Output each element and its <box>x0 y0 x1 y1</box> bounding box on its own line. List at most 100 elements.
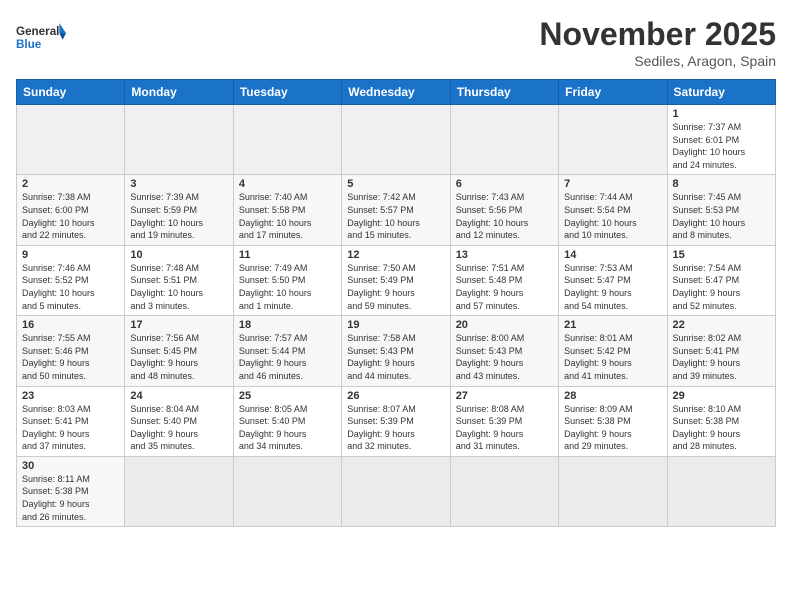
calendar-week-row: 23Sunrise: 8:03 AM Sunset: 5:41 PM Dayli… <box>17 386 776 456</box>
day-number: 12 <box>347 249 444 261</box>
logo-svg: General Blue <box>16 16 66 61</box>
calendar-cell <box>17 105 125 175</box>
calendar-cell: 22Sunrise: 8:02 AM Sunset: 5:41 PM Dayli… <box>667 316 775 386</box>
day-number: 8 <box>673 178 770 190</box>
day-info: Sunrise: 7:57 AM Sunset: 5:44 PM Dayligh… <box>239 332 336 382</box>
calendar-cell <box>342 456 450 526</box>
day-number: 16 <box>22 319 119 331</box>
calendar-cell: 5Sunrise: 7:42 AM Sunset: 5:57 PM Daylig… <box>342 175 450 245</box>
day-info: Sunrise: 7:53 AM Sunset: 5:47 PM Dayligh… <box>564 262 661 312</box>
day-info: Sunrise: 8:08 AM Sunset: 5:39 PM Dayligh… <box>456 403 553 453</box>
calendar-week-row: 2Sunrise: 7:38 AM Sunset: 6:00 PM Daylig… <box>17 175 776 245</box>
day-info: Sunrise: 8:05 AM Sunset: 5:40 PM Dayligh… <box>239 403 336 453</box>
weekday-header-row: SundayMondayTuesdayWednesdayThursdayFrid… <box>17 80 776 105</box>
calendar-cell: 11Sunrise: 7:49 AM Sunset: 5:50 PM Dayli… <box>233 245 341 315</box>
day-number: 30 <box>22 460 119 472</box>
calendar-cell: 1Sunrise: 7:37 AM Sunset: 6:01 PM Daylig… <box>667 105 775 175</box>
title-block: November 2025 Sediles, Aragon, Spain <box>539 16 776 69</box>
day-number: 13 <box>456 249 553 261</box>
calendar-cell <box>450 105 558 175</box>
day-number: 21 <box>564 319 661 331</box>
calendar-cell: 25Sunrise: 8:05 AM Sunset: 5:40 PM Dayli… <box>233 386 341 456</box>
calendar-cell: 2Sunrise: 7:38 AM Sunset: 6:00 PM Daylig… <box>17 175 125 245</box>
day-info: Sunrise: 7:58 AM Sunset: 5:43 PM Dayligh… <box>347 332 444 382</box>
day-info: Sunrise: 7:54 AM Sunset: 5:47 PM Dayligh… <box>673 262 770 312</box>
weekday-header-thursday: Thursday <box>450 80 558 105</box>
day-info: Sunrise: 7:56 AM Sunset: 5:45 PM Dayligh… <box>130 332 227 382</box>
day-info: Sunrise: 8:10 AM Sunset: 5:38 PM Dayligh… <box>673 403 770 453</box>
calendar-cell: 26Sunrise: 8:07 AM Sunset: 5:39 PM Dayli… <box>342 386 450 456</box>
calendar-cell: 28Sunrise: 8:09 AM Sunset: 5:38 PM Dayli… <box>559 386 667 456</box>
calendar-cell: 13Sunrise: 7:51 AM Sunset: 5:48 PM Dayli… <box>450 245 558 315</box>
day-info: Sunrise: 7:46 AM Sunset: 5:52 PM Dayligh… <box>22 262 119 312</box>
logo: General Blue <box>16 16 66 61</box>
day-info: Sunrise: 7:39 AM Sunset: 5:59 PM Dayligh… <box>130 191 227 241</box>
weekday-header-sunday: Sunday <box>17 80 125 105</box>
day-info: Sunrise: 7:51 AM Sunset: 5:48 PM Dayligh… <box>456 262 553 312</box>
day-info: Sunrise: 8:04 AM Sunset: 5:40 PM Dayligh… <box>130 403 227 453</box>
calendar-cell: 24Sunrise: 8:04 AM Sunset: 5:40 PM Dayli… <box>125 386 233 456</box>
calendar-cell: 9Sunrise: 7:46 AM Sunset: 5:52 PM Daylig… <box>17 245 125 315</box>
day-info: Sunrise: 7:49 AM Sunset: 5:50 PM Dayligh… <box>239 262 336 312</box>
calendar-cell <box>233 456 341 526</box>
day-info: Sunrise: 7:38 AM Sunset: 6:00 PM Dayligh… <box>22 191 119 241</box>
day-number: 29 <box>673 390 770 402</box>
calendar-cell: 8Sunrise: 7:45 AM Sunset: 5:53 PM Daylig… <box>667 175 775 245</box>
calendar-cell <box>125 456 233 526</box>
month-title: November 2025 <box>539 16 776 53</box>
day-number: 10 <box>130 249 227 261</box>
day-number: 24 <box>130 390 227 402</box>
day-number: 26 <box>347 390 444 402</box>
calendar-week-row: 9Sunrise: 7:46 AM Sunset: 5:52 PM Daylig… <box>17 245 776 315</box>
calendar-cell <box>342 105 450 175</box>
day-number: 15 <box>673 249 770 261</box>
calendar-cell: 23Sunrise: 8:03 AM Sunset: 5:41 PM Dayli… <box>17 386 125 456</box>
calendar-cell <box>450 456 558 526</box>
calendar-cell: 15Sunrise: 7:54 AM Sunset: 5:47 PM Dayli… <box>667 245 775 315</box>
weekday-header-friday: Friday <box>559 80 667 105</box>
calendar-cell: 3Sunrise: 7:39 AM Sunset: 5:59 PM Daylig… <box>125 175 233 245</box>
day-info: Sunrise: 7:55 AM Sunset: 5:46 PM Dayligh… <box>22 332 119 382</box>
day-number: 27 <box>456 390 553 402</box>
calendar-cell: 14Sunrise: 7:53 AM Sunset: 5:47 PM Dayli… <box>559 245 667 315</box>
day-number: 6 <box>456 178 553 190</box>
calendar-cell: 6Sunrise: 7:43 AM Sunset: 5:56 PM Daylig… <box>450 175 558 245</box>
calendar-cell: 30Sunrise: 8:11 AM Sunset: 5:38 PM Dayli… <box>17 456 125 526</box>
day-number: 3 <box>130 178 227 190</box>
day-number: 20 <box>456 319 553 331</box>
day-info: Sunrise: 8:00 AM Sunset: 5:43 PM Dayligh… <box>456 332 553 382</box>
calendar-cell: 16Sunrise: 7:55 AM Sunset: 5:46 PM Dayli… <box>17 316 125 386</box>
day-info: Sunrise: 8:11 AM Sunset: 5:38 PM Dayligh… <box>22 473 119 523</box>
day-info: Sunrise: 8:09 AM Sunset: 5:38 PM Dayligh… <box>564 403 661 453</box>
calendar-cell: 20Sunrise: 8:00 AM Sunset: 5:43 PM Dayli… <box>450 316 558 386</box>
day-number: 17 <box>130 319 227 331</box>
weekday-header-tuesday: Tuesday <box>233 80 341 105</box>
calendar-cell: 12Sunrise: 7:50 AM Sunset: 5:49 PM Dayli… <box>342 245 450 315</box>
calendar-cell: 18Sunrise: 7:57 AM Sunset: 5:44 PM Dayli… <box>233 316 341 386</box>
day-number: 9 <box>22 249 119 261</box>
day-number: 28 <box>564 390 661 402</box>
calendar-cell <box>125 105 233 175</box>
calendar-week-row: 1Sunrise: 7:37 AM Sunset: 6:01 PM Daylig… <box>17 105 776 175</box>
calendar-cell <box>233 105 341 175</box>
day-info: Sunrise: 7:37 AM Sunset: 6:01 PM Dayligh… <box>673 121 770 171</box>
day-number: 11 <box>239 249 336 261</box>
day-number: 19 <box>347 319 444 331</box>
calendar-cell <box>667 456 775 526</box>
day-number: 2 <box>22 178 119 190</box>
calendar-cell: 17Sunrise: 7:56 AM Sunset: 5:45 PM Dayli… <box>125 316 233 386</box>
page: General Blue November 2025 Sediles, Arag… <box>0 0 792 612</box>
day-number: 25 <box>239 390 336 402</box>
day-number: 18 <box>239 319 336 331</box>
day-number: 22 <box>673 319 770 331</box>
day-info: Sunrise: 7:45 AM Sunset: 5:53 PM Dayligh… <box>673 191 770 241</box>
day-number: 5 <box>347 178 444 190</box>
weekday-header-wednesday: Wednesday <box>342 80 450 105</box>
location: Sediles, Aragon, Spain <box>539 53 776 69</box>
day-info: Sunrise: 8:07 AM Sunset: 5:39 PM Dayligh… <box>347 403 444 453</box>
weekday-header-monday: Monday <box>125 80 233 105</box>
calendar: SundayMondayTuesdayWednesdayThursdayFrid… <box>16 79 776 527</box>
calendar-cell: 27Sunrise: 8:08 AM Sunset: 5:39 PM Dayli… <box>450 386 558 456</box>
calendar-cell: 7Sunrise: 7:44 AM Sunset: 5:54 PM Daylig… <box>559 175 667 245</box>
calendar-week-row: 30Sunrise: 8:11 AM Sunset: 5:38 PM Dayli… <box>17 456 776 526</box>
